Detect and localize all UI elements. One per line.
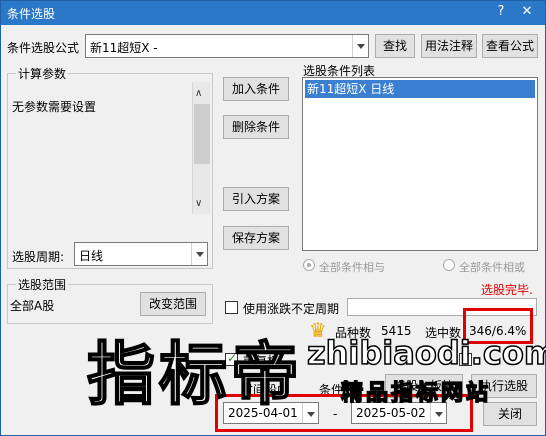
- formula-select[interactable]: 新11超短X -: [85, 34, 369, 58]
- range-group: 选股范围 全部A股 改变范围: [7, 276, 213, 324]
- close-button[interactable]: 关闭: [483, 402, 537, 426]
- period-select[interactable]: 日线: [74, 242, 208, 266]
- scroll-down-icon[interactable]: ∨: [195, 198, 202, 209]
- radio-or-label: 全部条件相或: [459, 261, 525, 274]
- chevron-down-icon[interactable]: [302, 403, 318, 423]
- close-icon[interactable]: ✕: [515, 1, 539, 25]
- range-value: 全部A股: [10, 299, 55, 313]
- params-text: 无参数需要设置: [12, 100, 97, 114]
- params-group-title: 计算参数: [16, 65, 69, 82]
- watermark-sub: 精品指标网站: [340, 380, 492, 407]
- date-end-value: 2025-05-02: [356, 406, 426, 420]
- crown-icon: ♛: [309, 318, 327, 342]
- status-done: 选股完毕.: [481, 283, 533, 297]
- add-condition-button[interactable]: 加入条件: [223, 77, 289, 101]
- help-icon[interactable]: ?: [489, 1, 513, 25]
- range-group-title: 选股范围: [16, 276, 69, 293]
- formula-value: 新11超短X -: [90, 41, 158, 55]
- radio-and-label: 全部条件相与: [319, 261, 385, 274]
- use-limit-checkbox[interactable]: [225, 301, 238, 314]
- formula-label: 条件选股公式: [7, 41, 80, 55]
- watermark-url: zhibiaodi.com: [306, 333, 546, 373]
- period-label: 选股周期:: [12, 250, 65, 264]
- period-value: 日线: [79, 249, 104, 263]
- params-scrollbar[interactable]: ∧ ∨: [192, 82, 210, 214]
- condition-stock-window: 条件选股 ? ✕ 条件选股公式 新11超短X - 查找 用法注释 查看公式 计算…: [0, 0, 546, 436]
- chevron-down-icon[interactable]: [352, 35, 368, 57]
- chevron-down-icon[interactable]: [191, 243, 207, 265]
- radio-or[interactable]: [443, 259, 455, 271]
- params-group: 计算参数 无参数需要设置 ∧ ∨ 选股周期: 日线: [7, 65, 213, 269]
- find-button[interactable]: 查找: [375, 34, 415, 58]
- view-formula-button[interactable]: 查看公式: [482, 34, 538, 58]
- watermark-logo: 指标帝: [86, 335, 304, 416]
- conditions-list[interactable]: 新11超短X 日线: [302, 77, 538, 251]
- title-bar: 条件选股 ? ✕: [1, 1, 545, 25]
- window-title: 条件选股: [7, 7, 56, 21]
- save-plan-button[interactable]: 保存方案: [223, 226, 289, 250]
- radio-and[interactable]: [303, 259, 315, 271]
- use-limit-label: 使用涨跌不定周期: [243, 302, 340, 316]
- date-separator: -: [333, 407, 338, 421]
- list-item[interactable]: 新11超短X 日线: [305, 80, 535, 98]
- change-range-button[interactable]: 改变范围: [140, 292, 206, 316]
- scroll-up-icon[interactable]: ∧: [195, 88, 202, 99]
- import-plan-button[interactable]: 引入方案: [223, 187, 289, 211]
- delete-condition-button[interactable]: 删除条件: [223, 115, 289, 139]
- scroll-thumb[interactable]: [194, 104, 210, 164]
- usage-button[interactable]: 用法注释: [421, 34, 477, 58]
